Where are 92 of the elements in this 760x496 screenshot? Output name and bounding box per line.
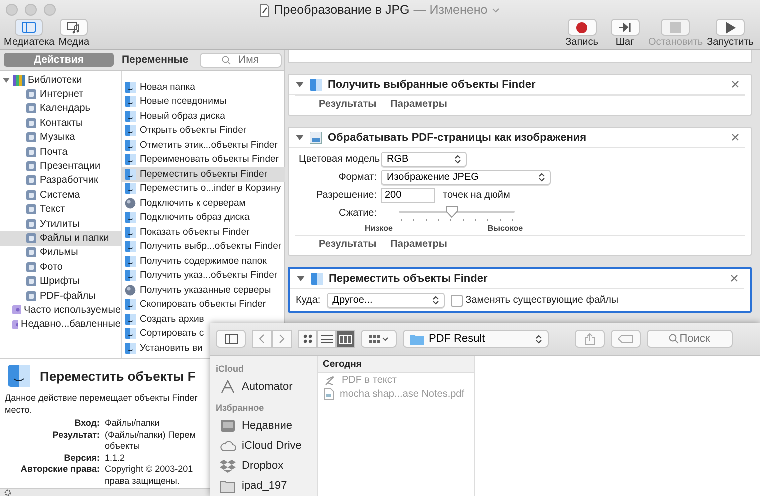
card-title: Обрабатывать PDF-страницы как изображения xyxy=(328,132,588,144)
smart-folder-item[interactable]: Недавно...бавленные xyxy=(0,318,121,332)
action-item[interactable]: Подключить образ диска xyxy=(122,210,285,225)
library-item[interactable]: Разработчик xyxy=(0,174,121,188)
popup-menu[interactable]: Изображение JPEG xyxy=(381,170,551,185)
sidebar-item[interactable]: iCloud Drive xyxy=(216,436,302,456)
detail-value: Файлы/папки xyxy=(105,418,160,430)
sidebar-item[interactable]: ipad_197 xyxy=(216,476,288,496)
action-item[interactable]: Отметить этик...объекты Finder xyxy=(122,138,285,152)
window-title: Преобразование в JPG xyxy=(274,3,410,17)
field-label: Куда: xyxy=(296,294,321,308)
action-item[interactable]: Сортировать с xyxy=(122,326,285,341)
detail-label: Версия: xyxy=(63,452,100,464)
toolbar-label: Медиатека xyxy=(4,37,55,48)
action-item[interactable]: Переместить о...inder в Корзину xyxy=(122,182,285,196)
slider-min-label: Низкое xyxy=(365,224,393,233)
detail-label: Результат: xyxy=(52,430,100,442)
card-tab[interactable]: Параметры xyxy=(390,99,448,110)
library-item[interactable]: Система xyxy=(0,188,121,203)
sidebar-item[interactable]: Automator xyxy=(216,377,293,397)
library-item[interactable]: Шрифты xyxy=(0,274,121,289)
library-group-label[interactable]: Библиотеки xyxy=(28,74,82,86)
sidebar-item[interactable]: Dropbox xyxy=(216,456,284,476)
action-item[interactable]: Получить выбр...объекты Finder xyxy=(122,240,285,254)
library-item[interactable]: Музыка xyxy=(0,130,121,145)
action-card[interactable]: Обрабатывать PDF-страницы как изображения Цветовая модель: RGB Формат: Изображение JPEG Разрешение: 200 точек на дюйм Сжатие: Низкое Высокое Результаты Параметры xyxy=(288,127,752,256)
action-item[interactable]: Новая папка xyxy=(122,80,285,94)
library-item[interactable]: Фото xyxy=(0,260,121,274)
card-tab[interactable]: Результаты xyxy=(319,239,377,250)
column-header: Сегодня xyxy=(318,356,474,373)
popup-menu[interactable]: Другое... xyxy=(326,293,445,308)
detail-value: Copyright © 2003-201 xyxy=(105,464,194,476)
library-item[interactable]: Фильмы xyxy=(0,246,121,260)
sidebar-heading: iCloud xyxy=(216,364,244,374)
library-item[interactable]: Текст xyxy=(0,202,121,217)
action-card[interactable]: Получить выбранные объекты Finder Результаты Параметры xyxy=(288,74,752,116)
library-item[interactable]: PDF-файлы xyxy=(0,288,121,304)
action-item[interactable]: Получить указанные серверы xyxy=(122,283,285,298)
field-label: Разрешение: xyxy=(315,189,377,203)
sidebar-heading: Избранное xyxy=(216,403,264,413)
library-item[interactable]: Контакты xyxy=(0,116,121,131)
toolbar-label: Остановить xyxy=(648,37,704,48)
library-item[interactable]: Календарь xyxy=(0,102,121,116)
action-item[interactable]: Переименовать объекты Finder xyxy=(122,152,285,167)
field-label: Формат: xyxy=(338,171,377,185)
description-text: место. xyxy=(5,404,32,416)
toolbar-label: Запись xyxy=(566,37,598,48)
library-item[interactable]: Презентации xyxy=(0,159,121,174)
description-text: Данное действие перемещает объекты Finder xyxy=(5,393,198,404)
unit-label: точек на дюйм xyxy=(443,189,510,203)
action-item[interactable]: Переместить объекты Finder xyxy=(122,167,285,182)
action-item[interactable]: Скопировать объекты Finder xyxy=(122,298,285,312)
slider-max-label: Высокое xyxy=(488,224,524,233)
document-status: — Изменено xyxy=(414,3,488,17)
action-item[interactable]: Открыть объекты Finder xyxy=(122,124,285,138)
detail-label: Авторские права: xyxy=(20,464,100,476)
detail-value: объекты xyxy=(105,441,140,452)
action-item[interactable]: Получить указ...объекты Finder xyxy=(122,268,285,283)
toolbar-label: Медиа xyxy=(58,37,90,48)
popup-menu[interactable]: RGB xyxy=(381,152,467,167)
library-item[interactable]: Интернет xyxy=(0,87,121,102)
library-tab[interactable]: Переменные xyxy=(114,53,197,67)
search-field[interactable]: Имя xyxy=(200,52,282,68)
action-item[interactable]: Подключить к серверам xyxy=(122,196,285,210)
action-item[interactable]: Новый образ диска xyxy=(122,109,285,124)
sidebar-item[interactable]: Недавние xyxy=(216,416,293,436)
checkbox-label: Заменять существующие файлы xyxy=(466,295,619,306)
detail-value: (Файлы/папки) Перем xyxy=(105,430,196,441)
toolbar-label: Запустить xyxy=(707,37,754,48)
detail-value: права защищены. xyxy=(105,476,180,487)
search-field[interactable]: Поиск xyxy=(647,330,733,348)
action-card[interactable]: Переместить объекты Finder Куда: Другое... Заменять существующие файлы xyxy=(288,267,752,313)
field-label: Сжатие: xyxy=(338,207,377,221)
library-item[interactable]: Почта xyxy=(0,144,121,160)
action-item[interactable]: Создать архив xyxy=(122,312,285,326)
card-title: Переместить объекты Finder xyxy=(329,272,489,284)
library-item[interactable]: Файлы и папки xyxy=(0,231,121,246)
action-item[interactable]: Новые псевдонимы xyxy=(122,94,285,109)
card-tab[interactable]: Параметры xyxy=(390,239,448,250)
action-title: Переместить объекты F xyxy=(40,368,196,384)
card-title: Получить выбранные объекты Finder xyxy=(328,78,537,90)
action-item[interactable]: Получить содержимое папок xyxy=(122,254,285,268)
detail-value: 1.1.2 xyxy=(105,452,126,464)
library-item[interactable]: Утилиты xyxy=(0,216,121,232)
smart-folder-item[interactable]: Часто используемые xyxy=(0,303,121,318)
detail-label: Вход: xyxy=(74,418,100,430)
toolbar-label: Шаг xyxy=(616,37,634,48)
action-item[interactable]: Показать объекты Finder xyxy=(122,225,285,240)
action-item[interactable]: Установить ви xyxy=(122,341,285,356)
card-tab[interactable]: Результаты xyxy=(319,99,377,110)
path-popup[interactable]: PDF Result xyxy=(403,330,549,348)
resolution-field[interactable]: 200 xyxy=(381,188,435,203)
